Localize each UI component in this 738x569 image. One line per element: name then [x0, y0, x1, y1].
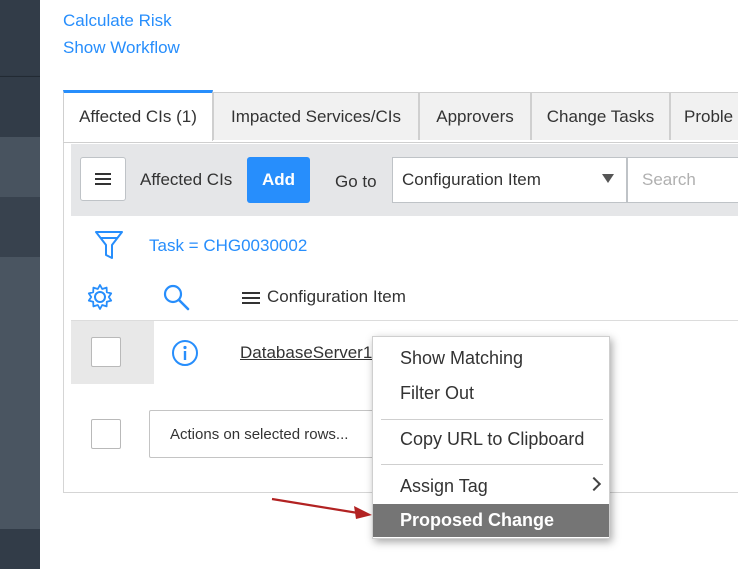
goto-label: Go to [335, 172, 377, 191]
arrow-icon [271, 497, 372, 519]
goto-field-select[interactable]: Configuration Item [392, 157, 627, 203]
actions-on-selected-rows[interactable]: Actions on selected rows... [149, 410, 389, 458]
nav-block[interactable] [0, 197, 40, 257]
list-title: Affected CIs [140, 170, 233, 189]
menu-divider [381, 419, 603, 420]
tab-affected-cis[interactable]: Affected CIs (1) [63, 90, 213, 141]
column-menu-icon[interactable] [242, 292, 260, 305]
filter-breadcrumb[interactable]: Task = CHG0030002 [149, 236, 307, 256]
list-toolbar: Affected CIs Add Go to Configuration Ite… [71, 144, 738, 216]
filter-funnel-icon[interactable] [94, 229, 124, 261]
menu-item-filter-out[interactable]: Filter Out [373, 376, 609, 410]
related-list-tabs: Affected CIs (1) Impacted Services/CIs A… [63, 90, 738, 143]
tab-problems[interactable]: Proble [670, 92, 738, 140]
search-icon[interactable] [162, 283, 190, 311]
tab-impacted-services[interactable]: Impacted Services/CIs [213, 92, 419, 140]
column-header-label[interactable]: Configuration Item [267, 287, 406, 307]
gear-icon[interactable] [86, 283, 114, 311]
context-menu: Show Matching Filter Out Copy URL to Cli… [372, 336, 610, 539]
menu-divider [381, 464, 603, 465]
menu-item-show-matching[interactable]: Show Matching [373, 341, 609, 375]
calculate-risk-link[interactable]: Calculate Risk [63, 11, 172, 31]
nav-block-active[interactable] [0, 137, 40, 197]
row-checkbox[interactable] [91, 337, 121, 367]
select-all-checkbox[interactable] [91, 419, 121, 449]
caret-down-icon [602, 174, 614, 183]
left-nav-strip [0, 0, 40, 569]
add-button[interactable]: Add [247, 157, 310, 203]
nav-block[interactable] [0, 77, 40, 137]
menu-item-proposed-change[interactable]: Proposed Change [373, 504, 609, 537]
tab-approvers[interactable]: Approvers [419, 92, 531, 140]
info-icon[interactable] [171, 339, 199, 367]
menu-item-copy-url[interactable]: Copy URL to Clipboard [373, 422, 609, 456]
chevron-right-icon [586, 476, 602, 492]
search-input[interactable]: Search [627, 157, 738, 203]
ci-link[interactable]: DatabaseServer1 [240, 343, 372, 363]
menu-item-assign-tag[interactable]: Assign Tag [373, 469, 609, 503]
tab-change-tasks[interactable]: Change Tasks [531, 92, 670, 140]
list-menu-button[interactable] [80, 157, 126, 201]
column-header-row: Configuration Item [71, 276, 738, 321]
show-workflow-link[interactable]: Show Workflow [63, 38, 180, 58]
hamburger-icon [95, 173, 111, 185]
nav-block[interactable] [0, 257, 40, 529]
nav-block[interactable] [0, 529, 40, 569]
nav-block[interactable] [0, 0, 40, 75]
